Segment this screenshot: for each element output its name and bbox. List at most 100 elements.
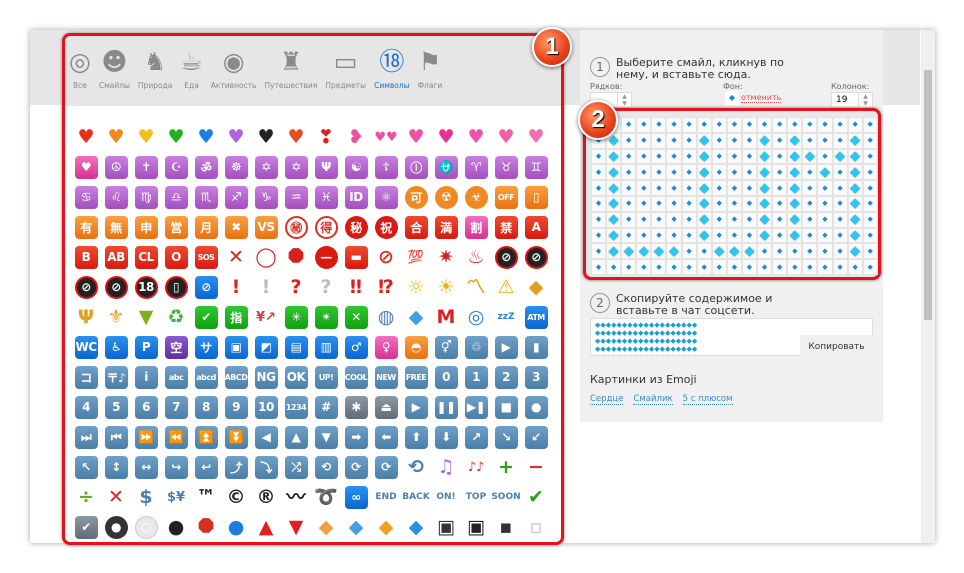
board-cell[interactable]: ◆ bbox=[681, 243, 697, 260]
board-cell[interactable]: ◆ bbox=[817, 227, 833, 244]
emoji-item[interactable]: UP! bbox=[311, 362, 341, 392]
emoji-item[interactable]: ↔ bbox=[131, 452, 161, 482]
emoji-item[interactable]: ⬆ bbox=[401, 422, 431, 452]
board-cell[interactable]: ◆ bbox=[741, 211, 758, 228]
emoji-item[interactable]: ♀ bbox=[371, 332, 401, 362]
emoji-item[interactable]: 5 bbox=[101, 392, 131, 422]
emoji-item[interactable]: ♥ bbox=[161, 122, 191, 152]
board-cell[interactable]: ◆ bbox=[757, 211, 773, 228]
emoji-item[interactable]: © bbox=[221, 482, 251, 512]
emoji-item[interactable]: ⊘ bbox=[101, 272, 131, 302]
emoji-item[interactable]: AB bbox=[101, 242, 131, 272]
board-cell[interactable]: ◆ bbox=[787, 195, 803, 212]
board-cell[interactable]: ◆ bbox=[741, 259, 758, 275]
emoji-item[interactable]: ⏪ bbox=[161, 422, 191, 452]
emoji-item[interactable]: ‼ bbox=[341, 272, 371, 302]
board-cell[interactable]: ◆ bbox=[817, 132, 833, 149]
board-cell[interactable]: ◆ bbox=[787, 180, 803, 196]
emoji-item[interactable]: SOON bbox=[491, 482, 521, 512]
emoji-item[interactable]: 割 bbox=[461, 212, 491, 242]
emoji-item[interactable]: ✕ bbox=[101, 482, 131, 512]
emoji-item[interactable]: ↪ bbox=[161, 452, 191, 482]
emoji-item[interactable]: ● bbox=[221, 512, 251, 542]
emoji-item[interactable]: ● bbox=[161, 512, 191, 542]
emoji-item[interactable]: ◆ bbox=[521, 272, 551, 302]
emoji-item[interactable]: ▶ bbox=[401, 392, 431, 422]
board-cell[interactable]: ◆ bbox=[666, 227, 682, 244]
tab-category[interactable]: ▭ Предметы bbox=[325, 46, 366, 106]
board-cell[interactable]: ◆ bbox=[726, 211, 742, 228]
emoji-item[interactable]: ● bbox=[101, 512, 131, 542]
board-cell[interactable]: ◆ bbox=[606, 195, 622, 212]
emoji-item[interactable]: ! bbox=[221, 272, 251, 302]
emoji-item[interactable]: 10 bbox=[251, 392, 281, 422]
board-cell[interactable]: ◆ bbox=[832, 132, 848, 149]
board-cell[interactable]: ◆ bbox=[772, 164, 788, 181]
emoji-item[interactable]: ⟳ bbox=[341, 452, 371, 482]
board-cell[interactable]: ◆ bbox=[591, 180, 607, 196]
emoji-item[interactable]: ☯ bbox=[341, 152, 371, 182]
board-cell[interactable]: ◆ bbox=[847, 195, 863, 212]
background-cancel-link[interactable]: отменить bbox=[741, 93, 782, 103]
emoji-item[interactable]: ♫ bbox=[431, 452, 461, 482]
emoji-item[interactable]: ▼ bbox=[281, 512, 311, 542]
emoji-item[interactable]: ⟲ bbox=[401, 452, 431, 482]
board-cell[interactable]: ◆ bbox=[666, 132, 682, 149]
board-cell[interactable]: ◆ bbox=[681, 148, 697, 165]
emoji-item[interactable]: 1234 bbox=[281, 392, 311, 422]
emoji-item[interactable]: ♥ bbox=[521, 122, 551, 152]
board-cell[interactable]: ◆ bbox=[591, 148, 607, 165]
emoji-item[interactable]: OK bbox=[281, 362, 311, 392]
emoji-item[interactable]: ♥ bbox=[131, 122, 161, 152]
emoji-item[interactable]: ▯ bbox=[161, 272, 191, 302]
board-cell[interactable]: ◆ bbox=[696, 259, 712, 275]
emoji-item[interactable]: VS bbox=[251, 212, 281, 242]
emoji-item[interactable]: ㊙ bbox=[281, 212, 311, 242]
board-cell[interactable]: ◆ bbox=[787, 164, 803, 181]
emoji-item[interactable]: ⤵ bbox=[251, 452, 281, 482]
board-cell[interactable]: ◆ bbox=[711, 180, 727, 196]
emoji-item[interactable]: ⏬ bbox=[221, 422, 251, 452]
board-cell[interactable]: ◆ bbox=[651, 259, 667, 275]
emoji-item[interactable]: 8 bbox=[191, 392, 221, 422]
emoji-item[interactable]: ▲ bbox=[281, 422, 311, 452]
emoji-item[interactable]: ⊘ bbox=[521, 242, 551, 272]
board-cell[interactable]: ◆ bbox=[726, 259, 742, 275]
emoji-item[interactable]: ♥ bbox=[221, 122, 251, 152]
emoji-item[interactable]: ⚛ bbox=[371, 182, 401, 212]
emoji-item[interactable]: 0 bbox=[431, 362, 461, 392]
board-cell[interactable]: ◆ bbox=[862, 243, 878, 260]
emoji-item[interactable]: 秘 bbox=[341, 212, 371, 242]
emoji-item[interactable]: ∞ bbox=[341, 482, 371, 512]
board-cell[interactable]: ◆ bbox=[802, 117, 818, 133]
board-cell[interactable]: ◆ bbox=[802, 132, 818, 149]
board-cell[interactable]: ◆ bbox=[862, 117, 878, 133]
emoji-item[interactable]: ♥ bbox=[101, 122, 131, 152]
board-cell[interactable]: ◆ bbox=[651, 180, 667, 196]
emoji-item[interactable]: 禁 bbox=[491, 212, 521, 242]
board-cell[interactable]: ◆ bbox=[636, 148, 652, 165]
emoji-item[interactable]: END bbox=[371, 482, 401, 512]
emoji-item[interactable]: ♎ bbox=[161, 182, 191, 212]
board-cell[interactable]: ◆ bbox=[832, 243, 848, 260]
emoji-item[interactable]: ○ bbox=[131, 512, 161, 542]
emoji-item[interactable]: ♥♥ bbox=[371, 122, 401, 152]
emoji-item[interactable]: ♥ bbox=[281, 122, 311, 152]
board-cell[interactable]: ◆ bbox=[696, 211, 712, 228]
board-cell[interactable]: ◆ bbox=[696, 243, 712, 260]
emoji-item[interactable]: ☮ bbox=[101, 152, 131, 182]
board-cell[interactable]: ◆ bbox=[817, 211, 833, 228]
emoji-item[interactable]: ▪ bbox=[491, 512, 521, 542]
board-cell[interactable]: ◆ bbox=[741, 164, 758, 181]
emoji-item[interactable]: ◆ bbox=[401, 302, 431, 332]
board-cell[interactable]: ◆ bbox=[847, 164, 863, 181]
stepper-arrows[interactable]: ▲ ▼ bbox=[858, 93, 872, 107]
emoji-item[interactable]: ↩ bbox=[191, 452, 221, 482]
emoji-item[interactable]: ♥ bbox=[191, 122, 221, 152]
board-cell[interactable]: ◆ bbox=[681, 132, 697, 149]
emoji-item[interactable]: zzZ bbox=[491, 302, 521, 332]
emoji-item[interactable]: 7 bbox=[161, 392, 191, 422]
emoji-item[interactable]: ❥ bbox=[341, 122, 371, 152]
columns-stepper[interactable]: 19 ▲ ▼ bbox=[831, 92, 873, 108]
emoji-item[interactable]: ♒ bbox=[281, 182, 311, 212]
